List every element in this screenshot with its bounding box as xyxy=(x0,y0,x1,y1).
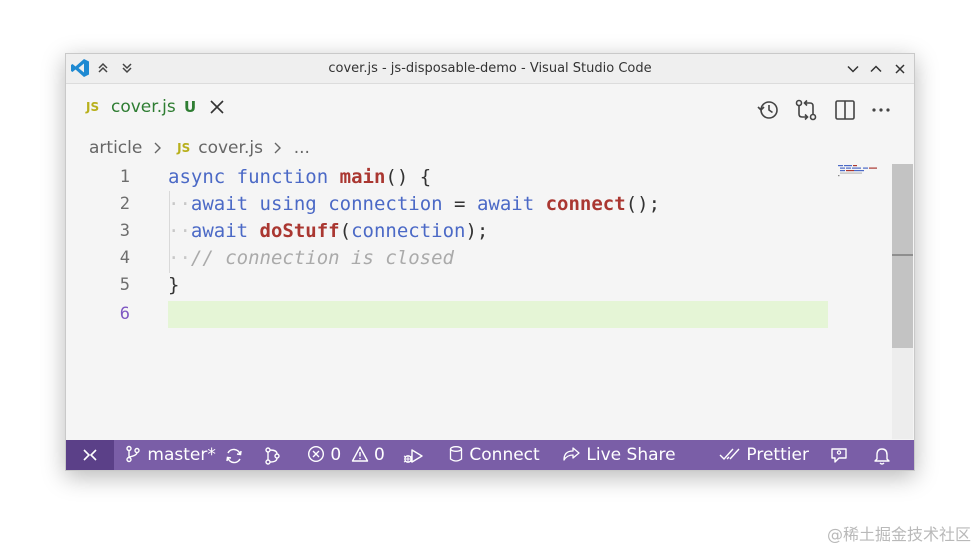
live-share-icon xyxy=(563,447,580,461)
branch-status[interactable]: master* xyxy=(124,445,216,465)
feedback-icon[interactable] xyxy=(829,446,849,466)
remote-icon xyxy=(83,449,97,461)
code-line[interactable]: 5 } xyxy=(66,272,914,299)
breadcrumb-folder[interactable]: article xyxy=(89,138,142,158)
error-icon xyxy=(307,445,325,463)
tab-cover-js[interactable]: JS cover.js U xyxy=(66,84,241,132)
close-icon[interactable] xyxy=(208,98,226,116)
vscode-window: cover.js - js-disposable-demo - Visual S… xyxy=(65,53,915,471)
prettier-label: Prettier xyxy=(746,445,809,465)
db-connect-status[interactable]: Connect xyxy=(448,445,540,465)
prettier-status[interactable]: Prettier xyxy=(719,445,809,465)
more-icon[interactable] xyxy=(869,98,893,122)
line-number: 1 xyxy=(119,167,130,187)
database-icon xyxy=(449,446,463,462)
line-number: 5 xyxy=(119,275,130,295)
breadcrumb: article JS cover.js ... xyxy=(89,138,310,162)
code-line-active[interactable]: 6 xyxy=(66,301,914,328)
editor-tab-bar: JS cover.js U xyxy=(66,84,914,132)
git-branch-icon xyxy=(126,445,140,463)
code-line[interactable]: 2 ··await using connection = await conne… xyxy=(66,191,914,218)
live-share-status[interactable]: Live Share xyxy=(561,445,676,465)
watermark: @稀土掘金技术社区 xyxy=(826,525,971,544)
line-number: 4 xyxy=(119,248,130,268)
minimap[interactable] xyxy=(836,164,881,180)
scrollbar-cursor-marker xyxy=(892,254,913,256)
compare-changes-icon[interactable] xyxy=(794,98,818,122)
chevron-right-icon xyxy=(154,142,161,154)
js-file-icon: JS xyxy=(177,141,191,155)
sync-icon[interactable] xyxy=(224,446,244,466)
line-number: 6 xyxy=(119,304,130,324)
status-bar: master* 0 0 Connect Live Share Prettier xyxy=(66,440,914,470)
warning-count: 0 xyxy=(374,445,385,465)
chevron-right-icon xyxy=(274,142,282,154)
error-count: 0 xyxy=(330,445,342,465)
title-bar: cover.js - js-disposable-demo - Visual S… xyxy=(66,54,914,84)
connect-label: Connect xyxy=(469,445,540,465)
check-all-icon xyxy=(719,448,740,461)
live-share-label: Live Share xyxy=(586,445,676,465)
remote-indicator[interactable] xyxy=(66,440,114,470)
problems-status[interactable]: 0 0 xyxy=(307,445,385,465)
code-line[interactable]: 4 ··// connection is closed xyxy=(66,245,914,272)
breadcrumb-file[interactable]: cover.js xyxy=(198,138,263,158)
untracked-badge: U xyxy=(184,98,197,116)
scrollbar-thumb[interactable] xyxy=(892,164,913,348)
code-editor[interactable]: 1 async function main() { 2 ··await usin… xyxy=(66,164,914,439)
bell-icon[interactable] xyxy=(872,446,892,466)
git-graph-icon[interactable] xyxy=(263,446,283,466)
chevron-down-icon[interactable] xyxy=(846,62,860,76)
debug-run-icon[interactable] xyxy=(402,446,424,466)
code-text: ··await using connection = await connect… xyxy=(168,193,661,215)
window-title: cover.js - js-disposable-demo - Visual S… xyxy=(328,61,652,76)
code-line[interactable]: 3 ··await doStuff(connection); xyxy=(66,218,914,245)
code-line[interactable]: 1 async function main() { xyxy=(66,164,914,191)
history-icon[interactable] xyxy=(756,98,780,122)
line-number: 3 xyxy=(119,221,130,241)
code-text: ··await doStuff(connection); xyxy=(168,220,489,242)
code-text: } xyxy=(168,274,180,296)
line-number: 2 xyxy=(119,194,130,214)
code-text: ··// connection is closed xyxy=(168,247,454,269)
breadcrumb-symbols[interactable]: ... xyxy=(294,138,310,158)
close-icon[interactable] xyxy=(893,62,907,76)
tab-label: cover.js xyxy=(111,97,176,117)
js-file-icon: JS xyxy=(86,100,100,114)
warning-icon xyxy=(351,446,368,462)
code-text: async function main() { xyxy=(168,166,432,188)
branch-name: master* xyxy=(147,445,216,465)
chevron-up-icon[interactable] xyxy=(869,62,883,76)
split-editor-icon[interactable] xyxy=(833,98,857,122)
